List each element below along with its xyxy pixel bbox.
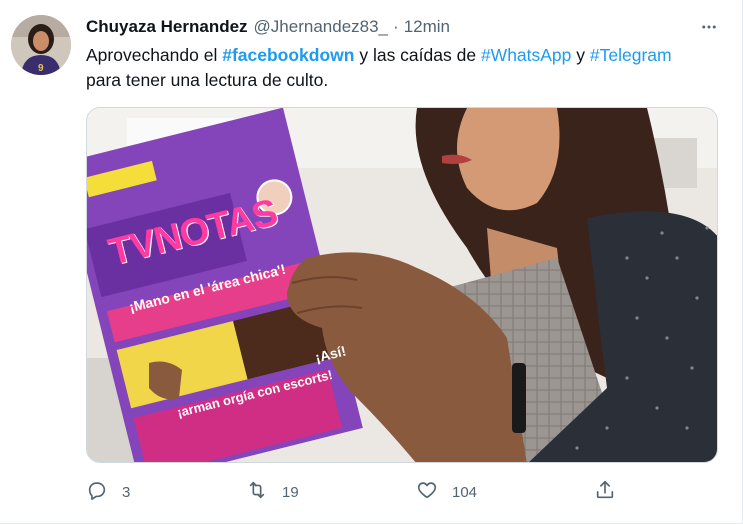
tweet-card[interactable]: 9 Chuyaza Hernandez @Jhernandez83_ · 12m… xyxy=(0,0,743,524)
timestamp[interactable]: 12min xyxy=(404,17,450,37)
reply-icon[interactable] xyxy=(86,479,108,505)
more-icon[interactable] xyxy=(696,14,722,40)
tweet-actions: 3 19 104 xyxy=(86,480,626,504)
tweet-photo[interactable]: TVNOTAS ¡Mano en el 'área chica'! ¡arman… xyxy=(86,107,718,463)
reply-button[interactable]: 3 xyxy=(86,480,130,504)
tweet-header: Chuyaza Hernandez @Jhernandez83_ · 12min xyxy=(86,16,722,38)
like-button[interactable]: 104 xyxy=(416,480,477,504)
like-icon[interactable] xyxy=(416,479,438,505)
retweet-count: 19 xyxy=(282,483,299,501)
share-button[interactable] xyxy=(594,480,616,504)
hashtag-facebookdown[interactable]: #facebookdown xyxy=(222,45,354,65)
author-handle[interactable]: @Jhernandez83_ xyxy=(254,17,388,37)
svg-text:9: 9 xyxy=(38,63,44,74)
retweet-icon[interactable] xyxy=(246,479,268,505)
reply-count: 3 xyxy=(122,483,131,501)
text-part: y xyxy=(571,45,590,65)
separator: · xyxy=(393,17,399,36)
hashtag-whatsapp[interactable]: #WhatsApp xyxy=(481,45,571,65)
hashtag-telegram[interactable]: #Telegram xyxy=(590,45,672,65)
tweet-text: Aprovechando el #facebookdown y las caíd… xyxy=(86,43,726,93)
author-name[interactable]: Chuyaza Hernandez xyxy=(86,17,248,37)
avatar[interactable]: 9 xyxy=(11,15,71,75)
text-part: y las caídas de xyxy=(354,45,481,65)
like-count: 104 xyxy=(452,483,478,501)
text-part: Aprovechando el xyxy=(86,45,223,65)
retweet-button[interactable]: 19 xyxy=(246,480,299,504)
share-icon[interactable] xyxy=(594,479,616,505)
text-part: para tener una lectura de culto. xyxy=(86,70,329,90)
